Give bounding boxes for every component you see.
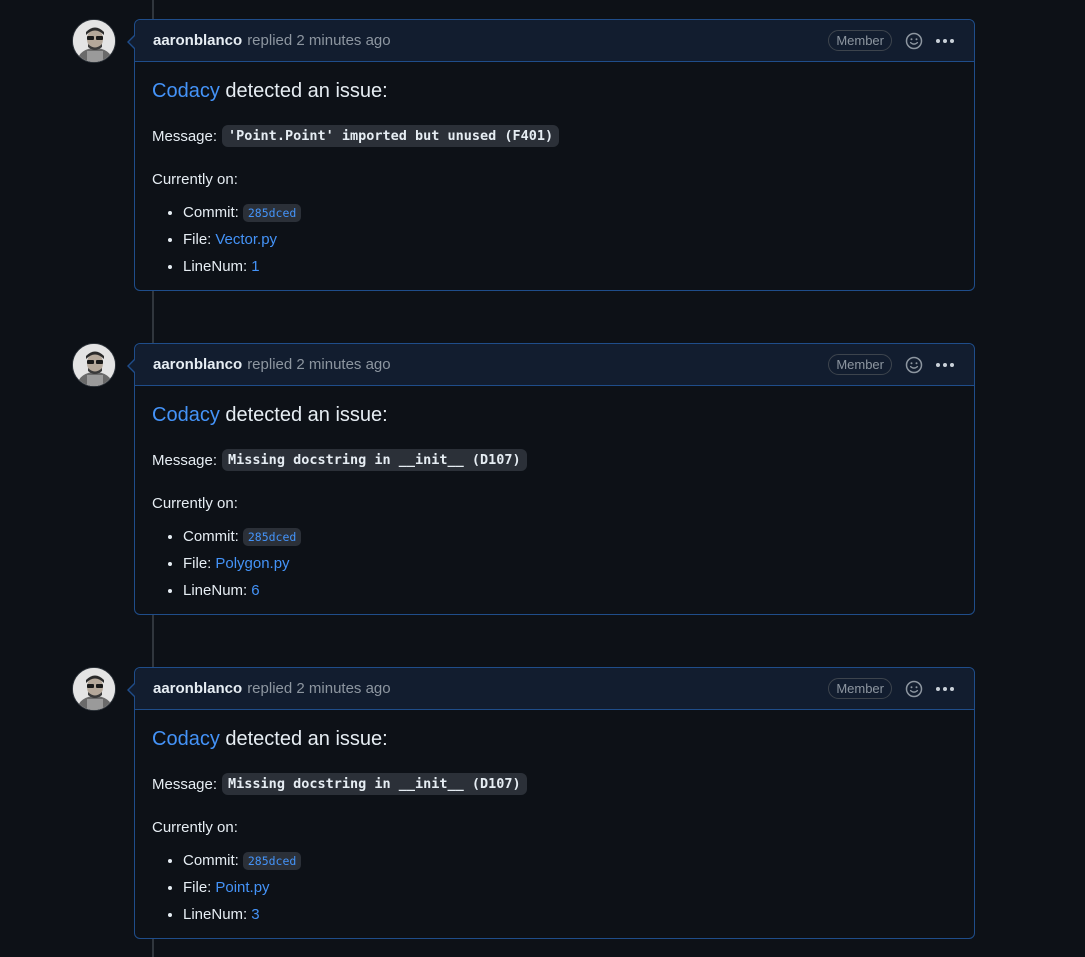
message-label: Message:	[152, 775, 218, 793]
message-line: Message: 'Point.Point' imported but unuse…	[152, 125, 957, 147]
member-badge: Member	[828, 30, 892, 51]
commit-label: Commit:	[183, 204, 239, 221]
linenum-link[interactable]: 3	[251, 906, 259, 923]
issue-details-list: Commit:285dced File:Vector.py LineNum:1	[152, 204, 957, 276]
linenum-label: LineNum:	[183, 906, 248, 923]
comment-header: aaronblanco replied 2 minutes ago Member	[135, 668, 974, 710]
author-link[interactable]: aaronblanco	[153, 356, 242, 373]
detected-text: detected an issue:	[225, 404, 388, 426]
avatar[interactable]	[72, 19, 116, 63]
author-link[interactable]: aaronblanco	[153, 32, 242, 49]
currently-on-label: Currently on:	[152, 819, 238, 836]
message-code: 'Point.Point' imported but unused (F401)	[222, 125, 560, 147]
header-actions: Member	[828, 668, 956, 709]
comment-header: aaronblanco replied 2 minutes ago Member	[135, 344, 974, 386]
codacy-link[interactable]: Codacy	[152, 728, 220, 750]
file-link[interactable]: Point.py	[215, 879, 269, 896]
issue-details-list: Commit:285dced File:Polygon.py LineNum:6	[152, 528, 957, 600]
comment-timeline: aaronblanco replied 2 minutes ago Member…	[0, 0, 1085, 957]
comment-body: Codacy detected an issue: Message: 'Point…	[135, 62, 974, 290]
detected-text: detected an issue:	[225, 728, 388, 750]
list-item: File:Vector.py	[183, 231, 957, 249]
header-actions: Member	[828, 20, 956, 61]
member-badge: Member	[828, 354, 892, 375]
comment-body: Codacy detected an issue: Message: Missin…	[135, 386, 974, 614]
list-item: LineNum:6	[183, 582, 957, 600]
smiley-icon[interactable]	[904, 679, 924, 699]
message-label: Message:	[152, 451, 218, 469]
comment-timestamp[interactable]: replied 2 minutes ago	[247, 32, 390, 49]
list-item: Commit:285dced	[183, 528, 957, 546]
codacy-link[interactable]: Codacy	[152, 404, 220, 426]
currently-on-label: Currently on:	[152, 495, 238, 512]
commit-link[interactable]: 285dced	[242, 204, 302, 222]
list-item: LineNum:3	[183, 906, 957, 924]
message-code: Missing docstring in __init__ (D107)	[222, 449, 527, 471]
kebab-horizontal-icon[interactable]	[934, 31, 956, 51]
message-label: Message:	[152, 127, 218, 145]
list-item: File:Point.py	[183, 879, 957, 897]
commit-link[interactable]: 285dced	[242, 852, 302, 870]
comment-card: aaronblanco replied 2 minutes ago Member…	[127, 343, 975, 615]
linenum-label: LineNum:	[183, 258, 248, 275]
author-link[interactable]: aaronblanco	[153, 680, 242, 697]
commit-label: Commit:	[183, 528, 239, 545]
list-item: Commit:285dced	[183, 852, 957, 870]
smiley-icon[interactable]	[904, 355, 924, 375]
list-item: Commit:285dced	[183, 204, 957, 222]
comment-card: aaronblanco replied 2 minutes ago Member…	[127, 19, 975, 291]
codacy-link[interactable]: Codacy	[152, 80, 220, 102]
list-item: File:Polygon.py	[183, 555, 957, 573]
message-code: Missing docstring in __init__ (D107)	[222, 773, 527, 795]
message-line: Message: Missing docstring in __init__ (D…	[152, 449, 957, 471]
commit-link[interactable]: 285dced	[242, 528, 302, 546]
file-link[interactable]: Polygon.py	[215, 555, 289, 572]
comment-body: Codacy detected an issue: Message: Missin…	[135, 710, 974, 938]
file-label: File:	[183, 231, 212, 248]
comment-header: aaronblanco replied 2 minutes ago Member	[135, 20, 974, 62]
list-item: LineNum:1	[183, 258, 957, 276]
file-link[interactable]: Vector.py	[215, 231, 277, 248]
linenum-link[interactable]: 1	[251, 258, 259, 275]
commit-label: Commit:	[183, 852, 239, 869]
detected-heading: Codacy detected an issue:	[152, 728, 957, 751]
linenum-label: LineNum:	[183, 582, 248, 599]
avatar[interactable]	[72, 667, 116, 711]
comment-timestamp[interactable]: replied 2 minutes ago	[247, 356, 390, 373]
issue-details-list: Commit:285dced File:Point.py LineNum:3	[152, 852, 957, 924]
file-label: File:	[183, 879, 212, 896]
smiley-icon[interactable]	[904, 31, 924, 51]
message-line: Message: Missing docstring in __init__ (D…	[152, 773, 957, 795]
linenum-link[interactable]: 6	[251, 582, 259, 599]
comment-card: aaronblanco replied 2 minutes ago Member…	[127, 667, 975, 939]
detected-heading: Codacy detected an issue:	[152, 80, 957, 103]
detected-heading: Codacy detected an issue:	[152, 404, 957, 427]
detected-text: detected an issue:	[225, 80, 388, 102]
kebab-horizontal-icon[interactable]	[934, 679, 956, 699]
comment-timestamp[interactable]: replied 2 minutes ago	[247, 680, 390, 697]
member-badge: Member	[828, 678, 892, 699]
file-label: File:	[183, 555, 212, 572]
header-actions: Member	[828, 344, 956, 385]
kebab-horizontal-icon[interactable]	[934, 355, 956, 375]
currently-on-label: Currently on:	[152, 171, 238, 188]
avatar[interactable]	[72, 343, 116, 387]
